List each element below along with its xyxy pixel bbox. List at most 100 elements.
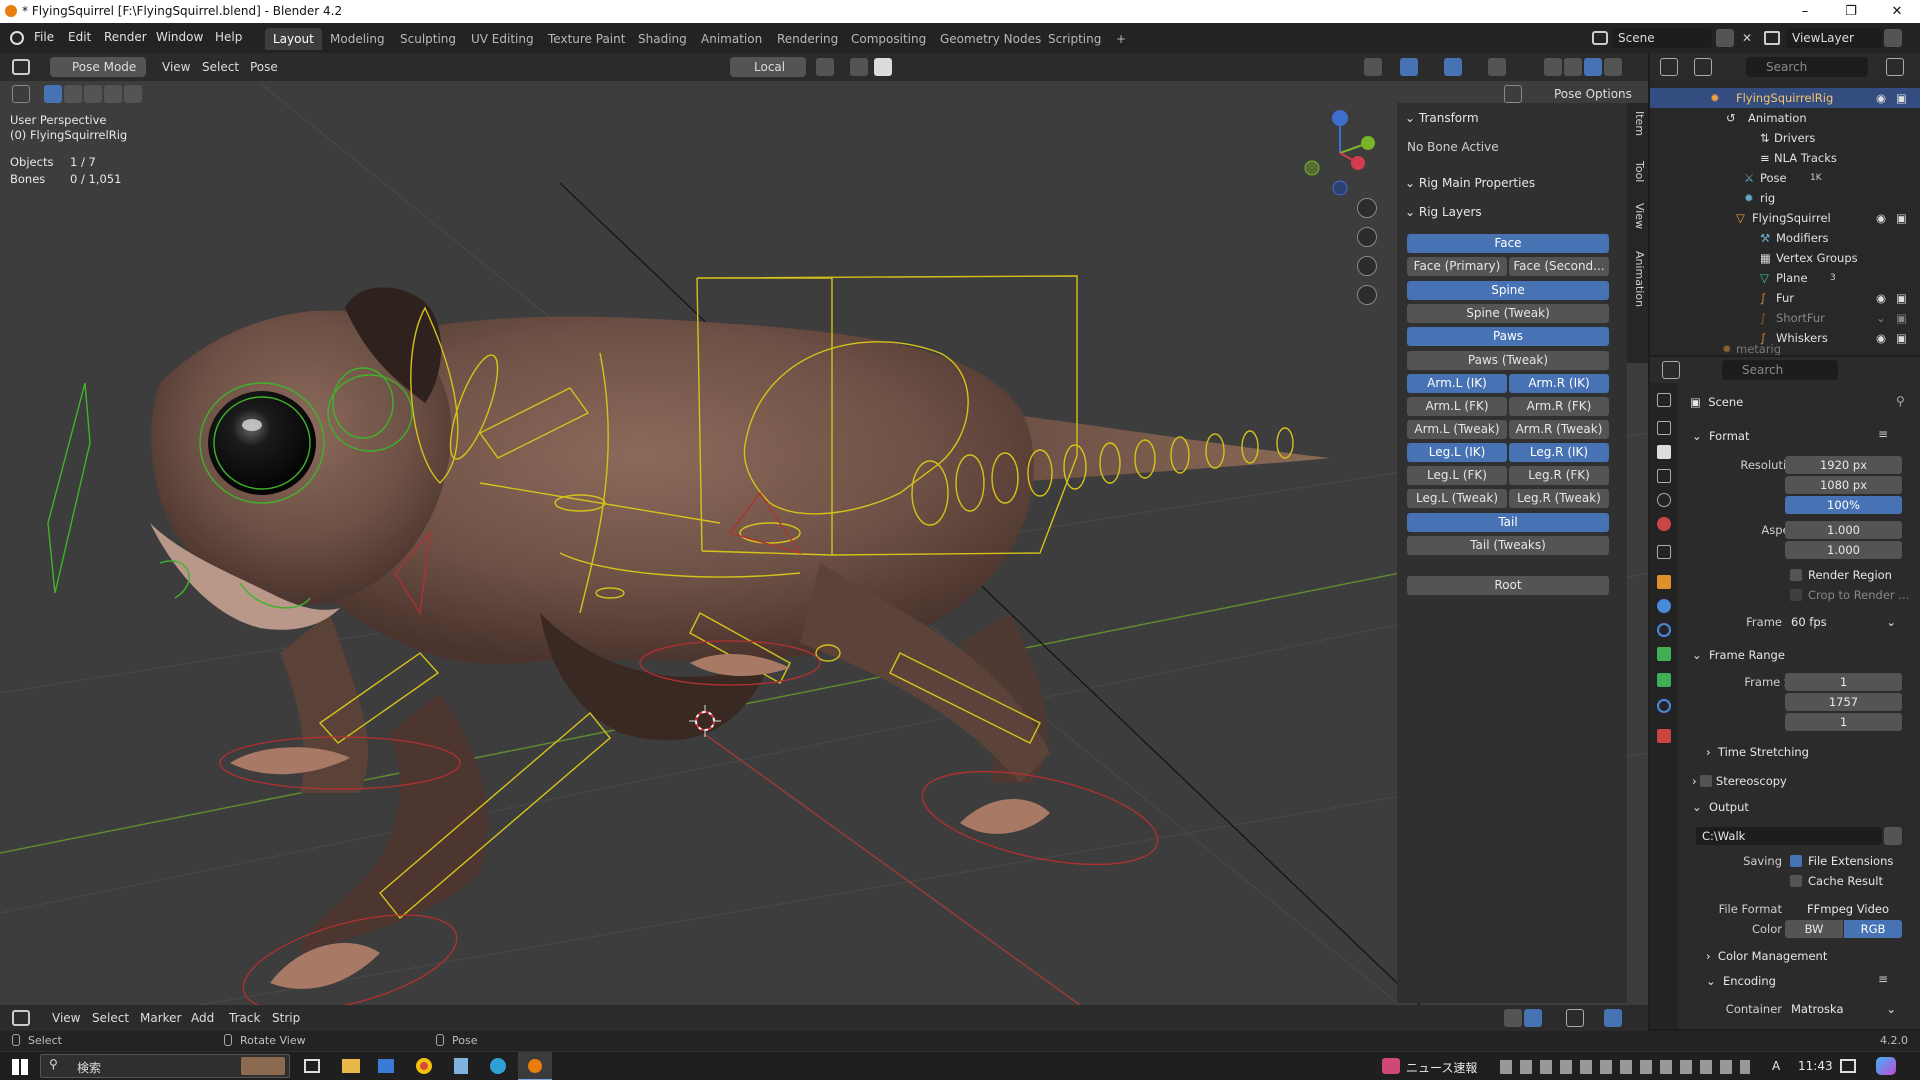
camera-icon[interactable]: ▣ — [1896, 288, 1907, 308]
stereoscopy-checkbox[interactable] — [1700, 775, 1713, 787]
eye-icon[interactable]: ◉ — [1876, 208, 1886, 228]
outliner-row-drivers[interactable]: ⇅ Drivers — [1650, 128, 1920, 148]
aspect-y-field[interactable]: 1.000 — [1785, 541, 1902, 559]
transform-orientation-dropdown[interactable]: Local — [730, 57, 806, 77]
render-tab-icon[interactable] — [1657, 421, 1671, 435]
tab-sculpting[interactable]: Sculpting — [392, 28, 464, 50]
tab-item[interactable]: Item — [1629, 111, 1646, 136]
shading-material-icon[interactable] — [1584, 58, 1602, 76]
layer-leg-r-ik-button[interactable]: Leg.R (IK) — [1509, 443, 1609, 462]
file-extensions-checkbox[interactable] — [1790, 855, 1802, 867]
outliner-row-pose[interactable]: ⚔ Pose 1K — [1650, 168, 1920, 188]
outliner-search-field[interactable]: Search — [1746, 57, 1868, 77]
layer-face-primary-button[interactable]: Face (Primary) — [1407, 257, 1507, 276]
menu-window[interactable]: Window — [156, 30, 203, 44]
frame-step-field[interactable]: 1 — [1785, 713, 1902, 731]
select-mode-new-icon[interactable] — [44, 85, 62, 103]
gizmo-icon[interactable] — [1400, 58, 1418, 76]
layer-paws-tweak-button[interactable]: Paws (Tweak) — [1407, 351, 1609, 370]
scene-new-button[interactable] — [1716, 29, 1734, 47]
layer-leg-l-fk-button[interactable]: Leg.L (FK) — [1407, 466, 1507, 485]
select-mode-intersect-icon[interactable] — [124, 85, 142, 103]
encoding-presets-icon[interactable]: ≡ — [1878, 972, 1888, 986]
timeline-filter-icon[interactable] — [1566, 1009, 1584, 1027]
camera-view-icon[interactable] — [1357, 256, 1377, 276]
chrome-icon[interactable] — [416, 1058, 432, 1074]
ortho-grid-icon[interactable] — [1357, 285, 1377, 305]
pivot-icon[interactable] — [816, 58, 834, 76]
layer-arm-l-tweak-button[interactable]: Arm.L (Tweak) — [1407, 420, 1507, 439]
physics-tab-icon[interactable] — [1657, 599, 1671, 613]
scene-remove-button[interactable]: ✕ — [1738, 29, 1756, 47]
windows-start-icon[interactable] — [12, 1059, 28, 1075]
menu-view[interactable]: View — [162, 57, 190, 77]
camera-icon[interactable]: ▣ — [1896, 208, 1907, 228]
folder-icon[interactable] — [1884, 827, 1902, 845]
notification-icon[interactable] — [1840, 1059, 1856, 1073]
texture-tab-icon[interactable] — [1657, 729, 1671, 743]
outliner-row-fur[interactable]: ∫ Fur ◉ ▣ — [1650, 288, 1920, 308]
blender-menu-icon[interactable] — [10, 31, 24, 45]
pin-icon[interactable]: ⚲ — [1896, 394, 1905, 408]
scene-tab-icon[interactable] — [1657, 493, 1671, 507]
tab-rendering[interactable]: Rendering — [769, 28, 846, 50]
frame-rate-dropdown[interactable]: 60 fps ⌄ — [1785, 613, 1902, 631]
outliner-display-mode-icon[interactable] — [1694, 58, 1712, 76]
blender-taskbar-icon[interactable] — [518, 1052, 552, 1080]
frame-end-field[interactable]: 1757 — [1785, 693, 1902, 711]
mode-dropdown[interactable]: Pose Mode — [50, 57, 146, 77]
layer-arm-r-tweak-button[interactable]: Arm.R (Tweak) — [1509, 420, 1609, 439]
visibility-icon[interactable] — [1364, 58, 1382, 76]
news-label[interactable]: ニュース速報 — [1406, 1059, 1477, 1076]
frame-start-field[interactable]: 1 — [1785, 673, 1902, 691]
output-section-header[interactable]: ⌄ Output — [1692, 800, 1749, 814]
rig-main-header[interactable]: ⌄ Rig Main Properties — [1405, 176, 1535, 190]
stereoscopy-header[interactable]: › Stereoscopy — [1692, 773, 1787, 788]
menu-render[interactable]: Render — [104, 30, 147, 44]
select-tool-icon[interactable] — [12, 85, 30, 103]
presets-list-icon[interactable]: ≡ — [1878, 427, 1888, 441]
outliner-editor-icon[interactable] — [1660, 58, 1678, 76]
outliner-row-flyingsquirrelrig[interactable]: ✹ FlyingSquirrelRig ◉ ▣ — [1650, 88, 1920, 108]
pose-options-icon[interactable] — [1504, 85, 1522, 103]
proportional-icon[interactable] — [874, 58, 892, 76]
resolution-x-field[interactable]: 1920 px — [1785, 456, 1902, 474]
outliner-row-shortfur[interactable]: ∫ ShortFur ⌄ ▣ — [1650, 308, 1920, 328]
hidden-eye-icon[interactable]: ⌄ — [1876, 308, 1886, 328]
timeline-snap-icon[interactable] — [1524, 1009, 1542, 1027]
select-mode-invert-icon[interactable] — [104, 85, 122, 103]
store-icon[interactable] — [378, 1059, 394, 1073]
camera-icon[interactable]: ▣ — [1896, 88, 1907, 108]
file-explorer-icon[interactable] — [342, 1059, 360, 1073]
tray-icons[interactable] — [1500, 1060, 1750, 1074]
timeline-select-icon[interactable] — [1504, 1009, 1522, 1027]
timeline-menu-marker[interactable]: Marker — [140, 1008, 181, 1028]
bone-tab-icon[interactable] — [1657, 673, 1671, 687]
shading-rendered-icon[interactable] — [1604, 58, 1622, 76]
close-button[interactable]: ✕ — [1874, 0, 1920, 23]
container-dropdown[interactable]: Matroska ⌄ — [1785, 1000, 1902, 1018]
encoding-header[interactable]: ⌄ Encoding — [1706, 974, 1776, 988]
timeline-menu-view[interactable]: View — [52, 1008, 80, 1028]
output-tab-icon[interactable] — [1657, 445, 1671, 459]
select-mode-subtract-icon[interactable] — [84, 85, 102, 103]
menu-help[interactable]: Help — [215, 30, 242, 44]
tab-texture-paint[interactable]: Texture Paint — [540, 28, 633, 50]
tab-uv-editing[interactable]: UV Editing — [463, 28, 542, 50]
layer-arm-r-ik-button[interactable]: Arm.R (IK) — [1509, 374, 1609, 393]
camera-icon[interactable]: ▣ — [1896, 308, 1907, 328]
timeline-menu-track[interactable]: Track — [229, 1008, 260, 1028]
outliner-row-nla[interactable]: ≡ NLA Tracks — [1650, 148, 1920, 168]
time-stretching-header[interactable]: › Time Stretching — [1706, 745, 1809, 759]
tab-geometry-nodes[interactable]: Geometry Nodes — [932, 28, 1049, 50]
layer-arm-r-fk-button[interactable]: Arm.R (FK) — [1509, 397, 1609, 416]
resolution-percent-slider[interactable]: 100% — [1785, 496, 1902, 514]
color-management-header[interactable]: › Color Management — [1706, 949, 1827, 963]
transform-header[interactable]: ⌄ Transform — [1405, 111, 1479, 125]
file-format-dropdown[interactable]: FFmpeg Video — [1785, 900, 1902, 918]
tab-tool[interactable]: Tool — [1629, 161, 1646, 182]
constraints-tab-icon[interactable] — [1657, 623, 1671, 637]
select-mode-extend-icon[interactable] — [64, 85, 82, 103]
resolution-y-field[interactable]: 1080 px — [1785, 476, 1902, 494]
properties-search-field[interactable]: Search — [1722, 360, 1838, 380]
